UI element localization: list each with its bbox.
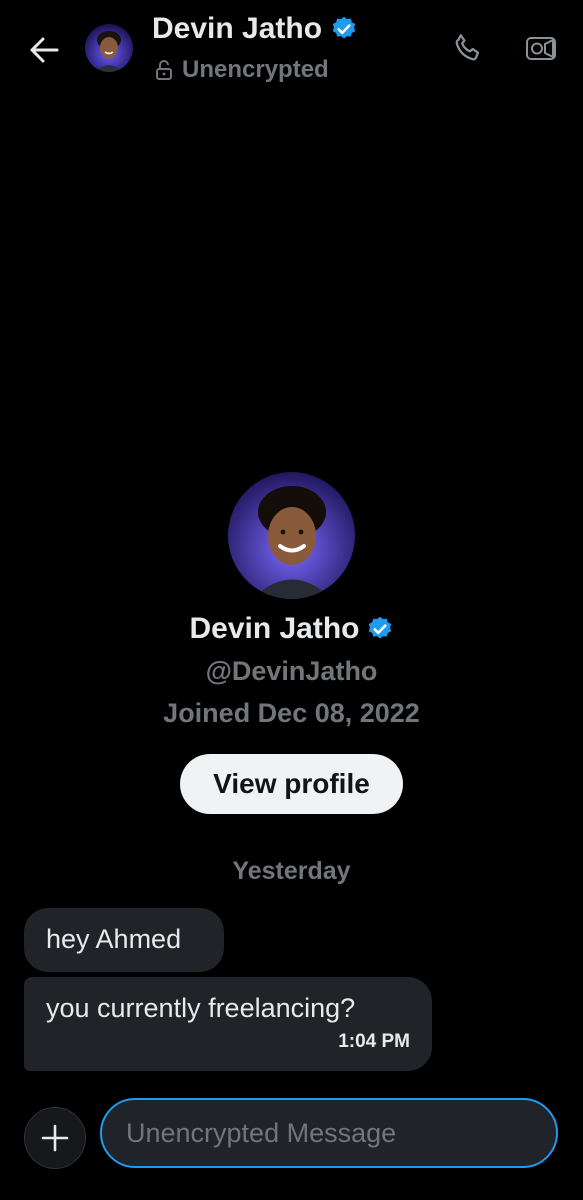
header-name-row[interactable]: Devin Jatho <box>152 12 358 46</box>
profile-joined-date: Joined Dec 08, 2022 <box>163 698 420 728</box>
encryption-status: Unencrypted <box>154 56 329 84</box>
message-timestamp: 1:04 PM <box>338 1031 410 1052</box>
message-bubble[interactable]: you currently freelancing? 1:04 PM <box>24 977 432 1071</box>
message-input[interactable] <box>100 1098 558 1168</box>
message-text: you currently freelancing? <box>46 993 356 1023</box>
back-button[interactable] <box>24 30 64 70</box>
call-button[interactable] <box>448 28 488 68</box>
message-text: hey Ahmed <box>46 924 182 954</box>
header-avatar[interactable] <box>85 24 133 72</box>
video-icon <box>526 37 556 60</box>
verified-badge-icon <box>332 16 356 39</box>
encryption-status-label: Unencrypted <box>182 56 329 83</box>
video-call-button[interactable] <box>520 28 562 68</box>
phone-icon <box>455 34 480 61</box>
profile-name: Devin Jatho <box>189 612 360 645</box>
profile-avatar[interactable] <box>228 472 355 599</box>
arrow-left-icon <box>30 37 59 63</box>
unlock-icon <box>156 60 172 80</box>
verified-badge-icon <box>368 616 391 639</box>
plus-icon <box>41 1124 69 1152</box>
profile-name-row: Devin Jatho <box>0 612 583 646</box>
message-bubble[interactable]: hey Ahmed <box>24 908 224 972</box>
profile-handle: @DevinJatho <box>205 656 378 686</box>
date-separator: Yesterday <box>232 857 351 885</box>
conversation-header: Devin Jatho Unencrypted <box>0 0 583 100</box>
contact-name: Devin Jatho <box>152 12 323 45</box>
add-attachment-button[interactable] <box>24 1107 86 1169</box>
view-profile-button[interactable]: View profile <box>180 754 403 814</box>
